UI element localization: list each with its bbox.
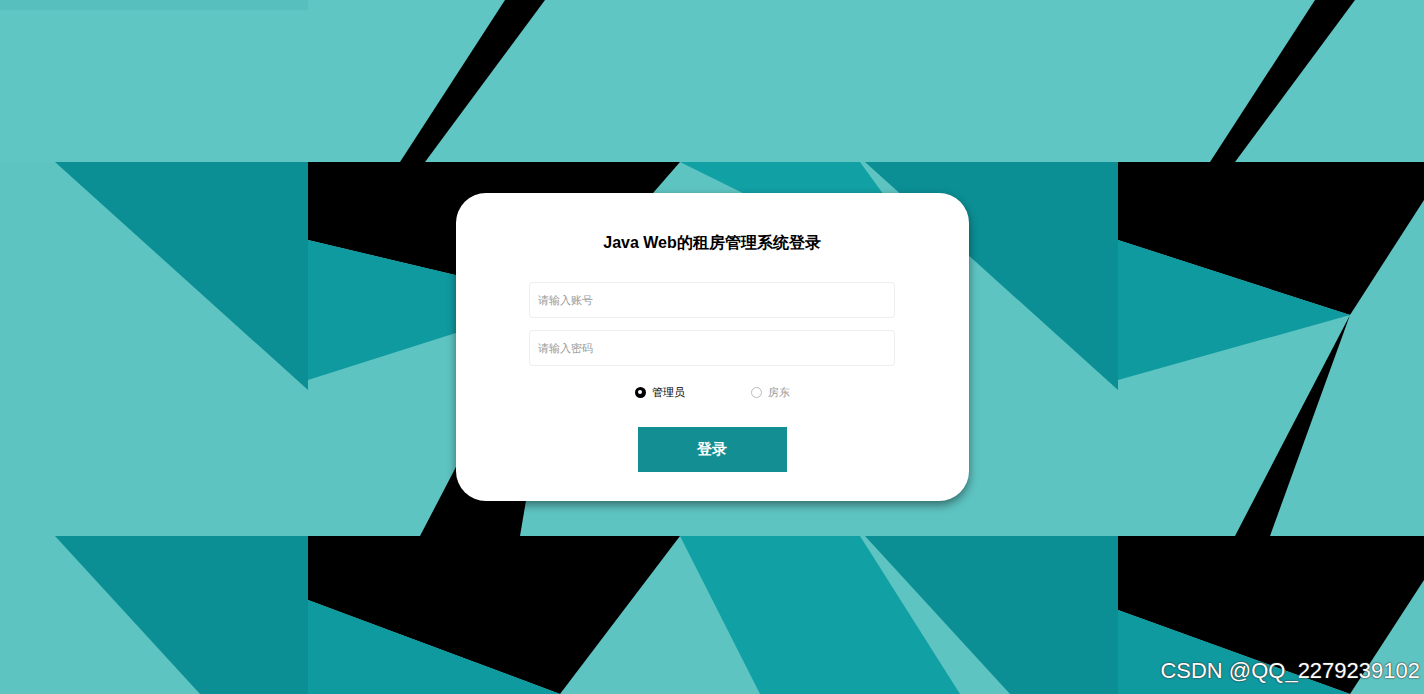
account-input[interactable] — [529, 282, 895, 318]
radio-circle-icon — [635, 387, 646, 398]
login-button[interactable]: 登录 — [638, 427, 787, 472]
role-radio[interactable]: 房东 — [751, 385, 790, 399]
login-page: Java Web的租房管理系统登录管理员 房东登录 CSDN @QQ_2279239… — [0, 0, 1424, 694]
login-fields — [529, 282, 895, 366]
radio-circle-icon — [751, 387, 762, 398]
login-card: Java Web的租房管理系统登录管理员 房东登录 — [456, 193, 969, 501]
role-radio[interactable]: 管理员 — [635, 385, 685, 399]
password-input[interactable] — [529, 330, 895, 366]
role-group: 管理员 房东 — [635, 384, 790, 400]
login-title: Java Web的租房管理系统登录 — [603, 233, 821, 253]
watermark: CSDN @QQ_2279239102 — [1160, 658, 1420, 684]
